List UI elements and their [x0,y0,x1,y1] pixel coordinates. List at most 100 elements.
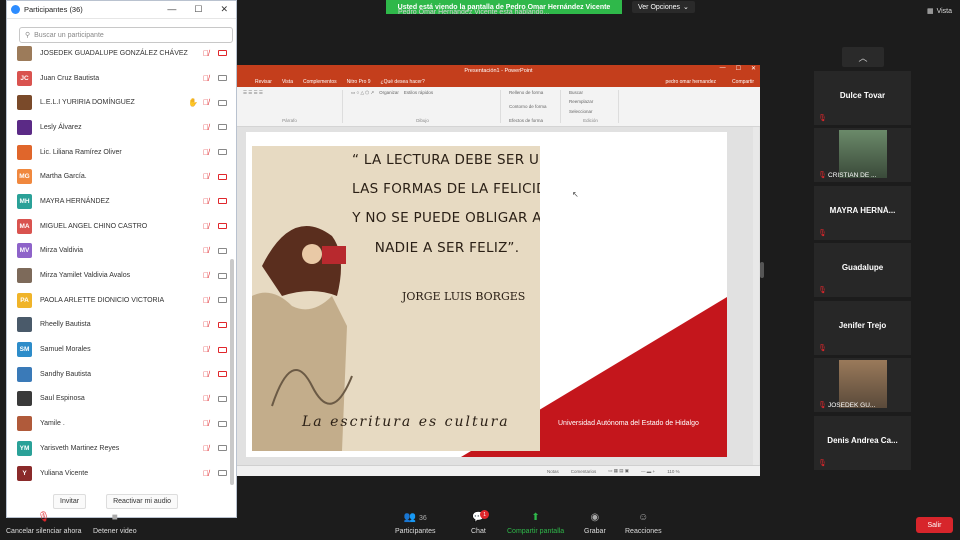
microphone-muted-icon: 🎙̸ [203,122,209,132]
quote-line: NADIE A SER FELIZ”. [374,240,520,256]
participant-row[interactable]: MV Mirza Valdivia 🎙̸ [7,239,236,264]
participants-panel: Participantes (36) — ☐ ✕ ⚲ Buscar un par… [6,0,237,518]
find-button[interactable]: Buscar [569,90,612,95]
view-options-button[interactable]: Ver Opciones ⌄ [632,1,695,13]
arrange-button[interactable]: Organizar [379,90,399,96]
participants-button[interactable]: 👥 36 Participantes [395,512,435,535]
participant-row[interactable]: PA PAOLA ARLETTE DIONICIO VICTORIA 🎙̸ [7,288,236,313]
participant-video-tile[interactable]: Denis Andrea Ca... 🎙 [814,416,911,470]
participant-row[interactable]: MG Martha García. 🎙̸ [7,164,236,189]
ribbon-group-editing: Buscar Reemplazar Seleccionar Edición [569,90,619,123]
participant-video-tile[interactable]: Guadalupe 🎙 [814,243,911,297]
participant-row[interactable]: Lic. Liliana Ramírez Oliver 🎙̸ [7,140,236,165]
slide-scrollbar[interactable] [753,127,759,465]
participant-row[interactable]: MH MAYRA HERNÁNDEZ 🎙̸ [7,189,236,214]
slide-illustration: “ LA LECTURA DEBE SER UNA DE LAS FORMAS … [252,146,540,451]
notes-button[interactable]: Notas [547,469,559,474]
participant-row[interactable]: YM Yarisveth Martinez Reyes 🎙̸ [7,436,236,461]
minimize-icon[interactable]: — [167,4,176,15]
chat-label: Chat [471,528,486,535]
close-icon[interactable]: ✕ [220,4,228,15]
zoom-logo-icon [11,5,20,14]
unmute-me-button[interactable]: Reactivar mi audio [106,493,179,509]
participant-row[interactable]: MA MIGUEL ANGEL CHINO CASTRO 🎙̸ [7,214,236,239]
ppt-tab[interactable]: Nitro Pro 9 [347,79,371,85]
participant-row[interactable]: Y Yuliana Vicente 🎙̸ [7,461,236,486]
gallery-scroll-up-button[interactable]: ︿ [842,47,884,67]
shapes-icon[interactable]: ▭ ○ △ ⬠ ↗ [351,90,374,96]
chat-button[interactable]: 💬 1 Chat [471,510,490,535]
shape-outline-button[interactable]: Contorno de forma [509,104,554,109]
view-icons[interactable]: ▭ ▦ ▤ ▣ [608,468,629,474]
microphone-muted-icon: 🎙̸ [203,73,209,83]
chat-badge: 1 [480,510,490,519]
video-off-icon [218,346,227,353]
close-icon[interactable]: ✕ [751,65,756,72]
replace-button[interactable]: Reemplazar [569,99,612,104]
zoom-level[interactable]: 110 % [667,469,679,474]
leave-button[interactable]: Salir [916,517,953,533]
microphone-muted-icon: 🎙 [818,115,827,122]
quick-styles-button[interactable]: Estilos rápidos [404,90,433,96]
zoom-slider[interactable]: — ▬ + [641,469,655,474]
ppt-tab[interactable]: Revisar [255,79,272,85]
participant-row[interactable]: Mirza Yamilet Valdivia Avalos 🎙̸ [7,263,236,288]
video-icon [218,395,227,402]
ppt-tab[interactable]: Vista [282,79,293,85]
split-divider-handle[interactable] [760,262,764,278]
scrollbar[interactable] [230,259,234,485]
search-placeholder: Buscar un participante [34,31,104,39]
participant-video-tile[interactable]: Jenifer Trejo 🎙 [814,301,911,355]
participant-row[interactable]: Rheelly Bautista 🎙̸ [7,313,236,338]
participant-row[interactable]: JOSEDEK GUADALUPE GONZÁLEZ CHÁVEZ 🎙̸ [7,41,236,66]
tile-name: CRISTIAN DE ... [828,172,877,179]
shape-effects-button[interactable]: Efectos de forma [509,118,554,123]
ppt-tab[interactable]: ¿Qué desea hacer? [381,79,425,85]
microphone-muted-icon: 🎙 [818,172,827,179]
comments-button[interactable]: Comentarios [571,469,597,474]
participant-video-tile[interactable]: 🎙 JOSEDEK GU... [814,358,911,412]
reactions-button[interactable]: ☺ Reacciones [625,512,662,535]
participant-video-tile[interactable]: Dulce Tovar 🎙 [814,71,911,125]
select-button[interactable]: Seleccionar [569,109,612,114]
invite-button[interactable]: Invitar [53,493,87,509]
participant-row[interactable]: JC Juan Cruz Bautista 🎙̸ [7,66,236,91]
microphone-muted-icon: 🎙̸ [203,320,209,330]
ppt-share-button[interactable]: Compartir [732,79,760,85]
participant-name: Mirza Valdivia [40,247,84,255]
book-shape [322,246,346,264]
view-button[interactable]: ▦ Vista [926,7,952,16]
participant-row[interactable]: Sandhy Bautista 🎙̸ [7,362,236,387]
participant-video-tile[interactable]: 🎙 CRISTIAN DE ... [814,128,911,182]
minimize-icon[interactable]: — [720,65,726,72]
microphone-muted-icon: 🎙̸ [203,394,209,404]
align-icons[interactable]: ☰ ☰ ☰ ☰ [243,90,336,96]
participant-row[interactable]: Saul Espinosa 🎙̸ [7,387,236,412]
participant-row[interactable]: Yamile . 🎙̸ [7,411,236,436]
participant-video-tile[interactable]: MAYRA HERNÁ... 🎙 [814,186,911,240]
slide-editing-area: “ LA LECTURA DEBE SER UNA DE LAS FORMAS … [237,127,760,465]
record-button[interactable]: ◉ Grabar [584,512,606,535]
unmute-label: Cancelar silenciar ahora [6,528,82,535]
participant-name: Juan Cruz Bautista [40,74,100,82]
shape-fill-button[interactable]: Relleno de forma [509,90,554,95]
slide[interactable]: “ LA LECTURA DEBE SER UNA DE LAS FORMAS … [246,132,727,457]
stop-video-button[interactable]: ■ Detener video [93,512,137,535]
chevron-down-icon: ⌄ [683,4,689,11]
panel-title: Participantes (36) [24,5,83,14]
maximize-icon[interactable]: ☐ [194,4,202,15]
ppt-tab[interactable]: Complementos [303,79,337,85]
participant-row[interactable]: SM Samuel Morales 🎙̸ [7,337,236,362]
unmute-button[interactable]: 🎙 Cancelar silenciar ahora [6,512,81,535]
microphone-muted-icon: 🎙̸ [203,221,209,231]
avatar: Y [17,465,32,481]
grid-icon: ▦ [926,8,934,15]
participant-row[interactable]: Lesly Álvarez 🎙̸ [7,115,236,140]
share-screen-button[interactable]: ⬆ Compartir pantalla [507,512,564,535]
maximize-icon[interactable]: ☐ [736,65,741,72]
video-off-icon [218,223,227,230]
participant-name: MIGUEL ANGEL CHINO CASTRO [40,222,148,230]
participant-row[interactable]: L.E.L.I YURIRIA DOMÍNGUEZ ✋ 🎙̸ [7,90,236,115]
microphone-muted-icon: 🎙 [818,287,827,294]
video-off-icon [218,198,227,205]
